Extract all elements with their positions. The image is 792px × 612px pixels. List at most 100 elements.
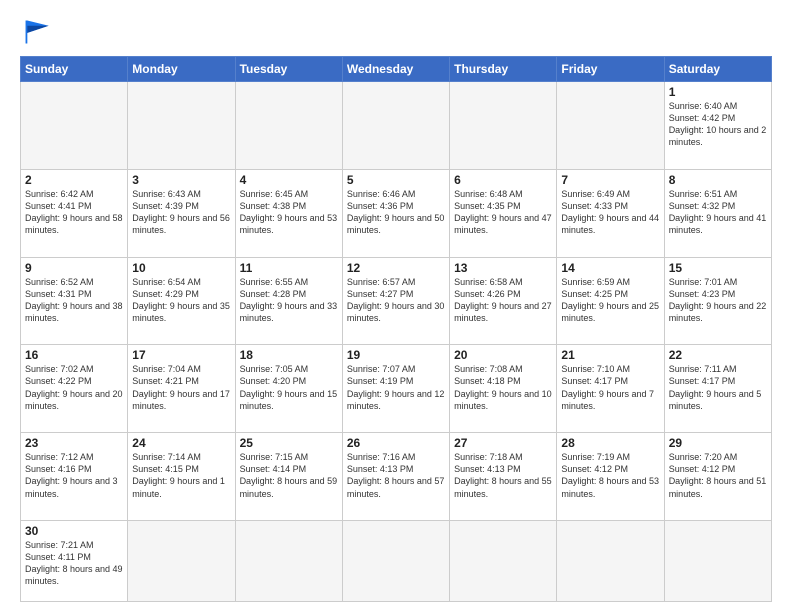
week-row-6: 30Sunrise: 7:21 AM Sunset: 4:11 PM Dayli… — [21, 520, 772, 601]
day-number: 1 — [669, 85, 767, 99]
calendar-cell — [557, 82, 664, 170]
week-row-1: 1Sunrise: 6:40 AM Sunset: 4:42 PM Daylig… — [21, 82, 772, 170]
day-number: 15 — [669, 261, 767, 275]
calendar-cell: 8Sunrise: 6:51 AM Sunset: 4:32 PM Daylig… — [664, 169, 771, 257]
day-info: Sunrise: 6:45 AM Sunset: 4:38 PM Dayligh… — [240, 188, 338, 237]
day-number: 13 — [454, 261, 552, 275]
day-info: Sunrise: 6:58 AM Sunset: 4:26 PM Dayligh… — [454, 276, 552, 325]
calendar-cell: 13Sunrise: 6:58 AM Sunset: 4:26 PM Dayli… — [450, 257, 557, 345]
logo-flag-icon — [22, 18, 54, 46]
weekday-header-friday: Friday — [557, 57, 664, 82]
day-info: Sunrise: 7:10 AM Sunset: 4:17 PM Dayligh… — [561, 363, 659, 412]
day-info: Sunrise: 6:48 AM Sunset: 4:35 PM Dayligh… — [454, 188, 552, 237]
day-info: Sunrise: 7:14 AM Sunset: 4:15 PM Dayligh… — [132, 451, 230, 500]
calendar-cell — [450, 520, 557, 601]
weekday-header-saturday: Saturday — [664, 57, 771, 82]
weekday-header-thursday: Thursday — [450, 57, 557, 82]
calendar-cell — [128, 82, 235, 170]
calendar-cell: 7Sunrise: 6:49 AM Sunset: 4:33 PM Daylig… — [557, 169, 664, 257]
calendar-cell: 30Sunrise: 7:21 AM Sunset: 4:11 PM Dayli… — [21, 520, 128, 601]
calendar-cell: 17Sunrise: 7:04 AM Sunset: 4:21 PM Dayli… — [128, 345, 235, 433]
day-number: 8 — [669, 173, 767, 187]
day-number: 16 — [25, 348, 123, 362]
day-number: 18 — [240, 348, 338, 362]
week-row-2: 2Sunrise: 6:42 AM Sunset: 4:41 PM Daylig… — [21, 169, 772, 257]
calendar-cell: 28Sunrise: 7:19 AM Sunset: 4:12 PM Dayli… — [557, 433, 664, 521]
calendar-cell: 10Sunrise: 6:54 AM Sunset: 4:29 PM Dayli… — [128, 257, 235, 345]
calendar-cell: 2Sunrise: 6:42 AM Sunset: 4:41 PM Daylig… — [21, 169, 128, 257]
calendar-cell: 19Sunrise: 7:07 AM Sunset: 4:19 PM Dayli… — [342, 345, 449, 433]
calendar-cell: 25Sunrise: 7:15 AM Sunset: 4:14 PM Dayli… — [235, 433, 342, 521]
calendar-cell: 20Sunrise: 7:08 AM Sunset: 4:18 PM Dayli… — [450, 345, 557, 433]
calendar-cell — [450, 82, 557, 170]
day-number: 11 — [240, 261, 338, 275]
calendar-cell: 22Sunrise: 7:11 AM Sunset: 4:17 PM Dayli… — [664, 345, 771, 433]
day-info: Sunrise: 6:51 AM Sunset: 4:32 PM Dayligh… — [669, 188, 767, 237]
day-info: Sunrise: 6:55 AM Sunset: 4:28 PM Dayligh… — [240, 276, 338, 325]
day-info: Sunrise: 7:21 AM Sunset: 4:11 PM Dayligh… — [25, 539, 123, 588]
calendar-cell: 27Sunrise: 7:18 AM Sunset: 4:13 PM Dayli… — [450, 433, 557, 521]
day-info: Sunrise: 7:05 AM Sunset: 4:20 PM Dayligh… — [240, 363, 338, 412]
calendar-cell: 1Sunrise: 6:40 AM Sunset: 4:42 PM Daylig… — [664, 82, 771, 170]
day-number: 28 — [561, 436, 659, 450]
week-row-3: 9Sunrise: 6:52 AM Sunset: 4:31 PM Daylig… — [21, 257, 772, 345]
calendar-cell — [235, 82, 342, 170]
day-info: Sunrise: 6:46 AM Sunset: 4:36 PM Dayligh… — [347, 188, 445, 237]
calendar-cell: 15Sunrise: 7:01 AM Sunset: 4:23 PM Dayli… — [664, 257, 771, 345]
day-number: 19 — [347, 348, 445, 362]
day-number: 20 — [454, 348, 552, 362]
calendar-cell: 26Sunrise: 7:16 AM Sunset: 4:13 PM Dayli… — [342, 433, 449, 521]
day-info: Sunrise: 7:16 AM Sunset: 4:13 PM Dayligh… — [347, 451, 445, 500]
day-number: 17 — [132, 348, 230, 362]
day-info: Sunrise: 7:20 AM Sunset: 4:12 PM Dayligh… — [669, 451, 767, 500]
day-number: 10 — [132, 261, 230, 275]
calendar-cell: 12Sunrise: 6:57 AM Sunset: 4:27 PM Dayli… — [342, 257, 449, 345]
day-info: Sunrise: 7:19 AM Sunset: 4:12 PM Dayligh… — [561, 451, 659, 500]
calendar-cell: 29Sunrise: 7:20 AM Sunset: 4:12 PM Dayli… — [664, 433, 771, 521]
week-row-5: 23Sunrise: 7:12 AM Sunset: 4:16 PM Dayli… — [21, 433, 772, 521]
day-number: 25 — [240, 436, 338, 450]
day-info: Sunrise: 6:57 AM Sunset: 4:27 PM Dayligh… — [347, 276, 445, 325]
calendar-cell: 11Sunrise: 6:55 AM Sunset: 4:28 PM Dayli… — [235, 257, 342, 345]
day-info: Sunrise: 7:15 AM Sunset: 4:14 PM Dayligh… — [240, 451, 338, 500]
calendar-cell — [235, 520, 342, 601]
day-number: 4 — [240, 173, 338, 187]
calendar-cell — [664, 520, 771, 601]
calendar-cell: 23Sunrise: 7:12 AM Sunset: 4:16 PM Dayli… — [21, 433, 128, 521]
day-number: 29 — [669, 436, 767, 450]
day-number: 24 — [132, 436, 230, 450]
day-info: Sunrise: 7:12 AM Sunset: 4:16 PM Dayligh… — [25, 451, 123, 500]
calendar-cell — [342, 82, 449, 170]
weekday-header-tuesday: Tuesday — [235, 57, 342, 82]
day-number: 2 — [25, 173, 123, 187]
day-number: 21 — [561, 348, 659, 362]
calendar-cell: 5Sunrise: 6:46 AM Sunset: 4:36 PM Daylig… — [342, 169, 449, 257]
day-number: 30 — [25, 524, 123, 538]
week-row-4: 16Sunrise: 7:02 AM Sunset: 4:22 PM Dayli… — [21, 345, 772, 433]
day-info: Sunrise: 6:43 AM Sunset: 4:39 PM Dayligh… — [132, 188, 230, 237]
weekday-header-sunday: Sunday — [21, 57, 128, 82]
day-number: 9 — [25, 261, 123, 275]
calendar-cell: 6Sunrise: 6:48 AM Sunset: 4:35 PM Daylig… — [450, 169, 557, 257]
calendar-cell: 21Sunrise: 7:10 AM Sunset: 4:17 PM Dayli… — [557, 345, 664, 433]
day-number: 14 — [561, 261, 659, 275]
day-info: Sunrise: 7:11 AM Sunset: 4:17 PM Dayligh… — [669, 363, 767, 412]
calendar-cell — [557, 520, 664, 601]
calendar-cell — [342, 520, 449, 601]
day-info: Sunrise: 7:07 AM Sunset: 4:19 PM Dayligh… — [347, 363, 445, 412]
day-number: 7 — [561, 173, 659, 187]
calendar-table: SundayMondayTuesdayWednesdayThursdayFrid… — [20, 56, 772, 602]
calendar-cell: 9Sunrise: 6:52 AM Sunset: 4:31 PM Daylig… — [21, 257, 128, 345]
day-info: Sunrise: 7:04 AM Sunset: 4:21 PM Dayligh… — [132, 363, 230, 412]
day-number: 27 — [454, 436, 552, 450]
logo — [20, 18, 54, 46]
day-info: Sunrise: 6:54 AM Sunset: 4:29 PM Dayligh… — [132, 276, 230, 325]
calendar-cell — [21, 82, 128, 170]
day-number: 6 — [454, 173, 552, 187]
weekday-header-row: SundayMondayTuesdayWednesdayThursdayFrid… — [21, 57, 772, 82]
day-number: 5 — [347, 173, 445, 187]
day-info: Sunrise: 7:08 AM Sunset: 4:18 PM Dayligh… — [454, 363, 552, 412]
day-info: Sunrise: 7:01 AM Sunset: 4:23 PM Dayligh… — [669, 276, 767, 325]
weekday-header-wednesday: Wednesday — [342, 57, 449, 82]
day-info: Sunrise: 6:42 AM Sunset: 4:41 PM Dayligh… — [25, 188, 123, 237]
